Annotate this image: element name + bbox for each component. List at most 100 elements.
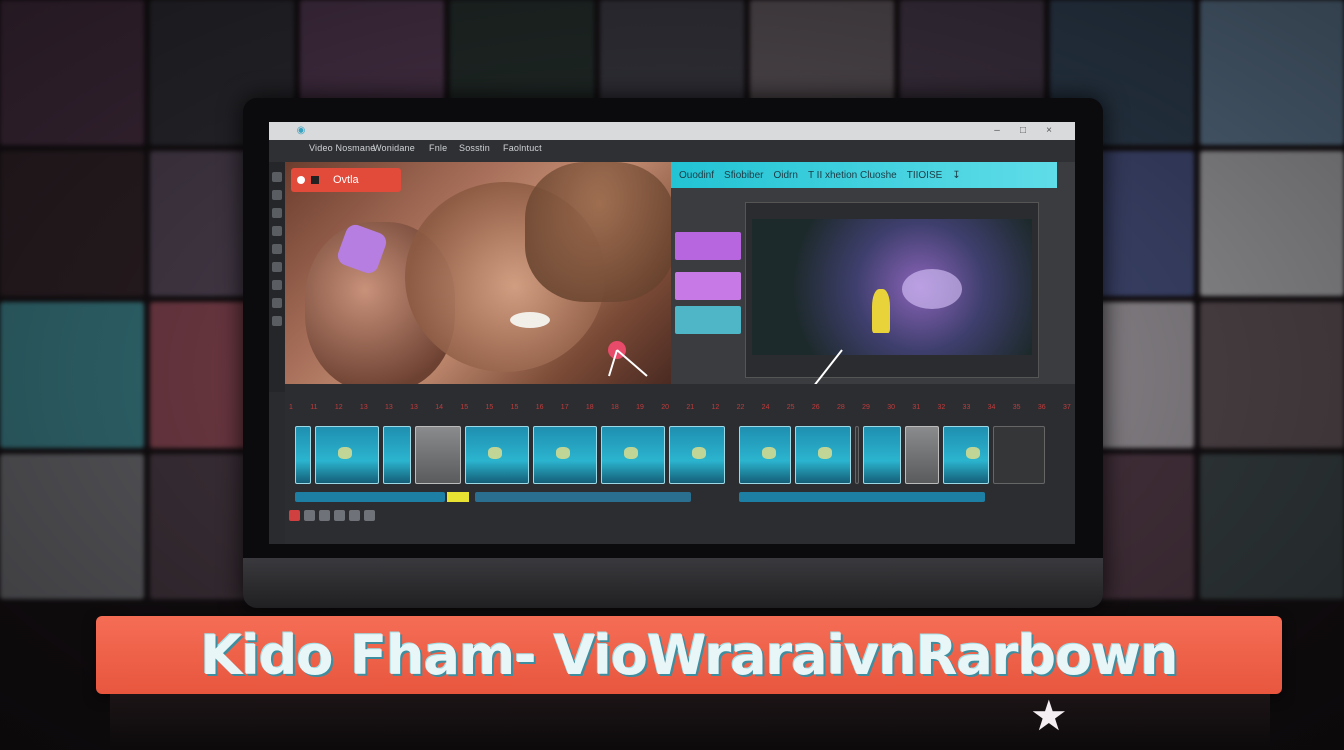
audio-clip[interactable] <box>295 492 445 502</box>
ruler-tick: 31 <box>912 404 921 411</box>
tool-button[interactable] <box>272 172 282 182</box>
ruler-tick: 20 <box>661 404 670 411</box>
panel-toolbar-item[interactable]: Ouodinf <box>679 170 714 181</box>
editor-window: ◉ – □ × Video Nosmane Wonidane Fnle Soss… <box>269 122 1075 544</box>
tool-button[interactable] <box>272 190 282 200</box>
record-label: Ovtla <box>333 174 359 186</box>
tool-button[interactable] <box>272 298 282 308</box>
source-viewer[interactable] <box>745 202 1039 378</box>
media-thumbnail[interactable] <box>675 306 741 334</box>
title-bar: ◉ – □ × <box>269 122 1075 140</box>
title-banner: Kido Fham- VioWraraivnRarbown <box>96 616 1282 694</box>
timeline-clip[interactable] <box>315 426 379 484</box>
ruler-tick: 24 <box>761 404 770 411</box>
ruler-tick: 15 <box>460 404 469 411</box>
video-preview[interactable]: Ovtla <box>285 162 671 384</box>
timeline-clip[interactable] <box>993 426 1045 484</box>
timeline-clip[interactable] <box>855 426 859 484</box>
tool-button[interactable] <box>272 280 282 290</box>
clip-thumbnail <box>692 447 706 459</box>
download-icon[interactable]: ↧ <box>952 170 960 181</box>
panel-toolbar-item[interactable]: T II xhetion Cluoshe <box>808 170 897 181</box>
clip-thumbnail <box>966 447 980 459</box>
forward-icon[interactable] <box>334 510 345 521</box>
menu-item[interactable]: Wonidane <box>373 143 415 153</box>
menu-item[interactable]: Video Nosmane <box>309 143 375 153</box>
tool-button[interactable] <box>272 208 282 218</box>
timeline-clip[interactable] <box>601 426 665 484</box>
settings-icon[interactable] <box>364 510 375 521</box>
timeline-clip[interactable] <box>295 426 311 484</box>
ruler-tick: 12 <box>334 404 343 411</box>
monitor: ◉ – □ × Video Nosmane Wonidane Fnle Soss… <box>243 98 1103 608</box>
monitor-chin <box>243 558 1103 608</box>
panel-toolbar-item[interactable]: Sfiobiber <box>724 170 763 181</box>
menu-item[interactable]: Fnle <box>429 143 447 153</box>
ruler-tick: 37 <box>1062 404 1071 411</box>
preview-image-region <box>525 162 671 302</box>
timeline-clip[interactable] <box>669 426 725 484</box>
ruler-tick: 16 <box>535 404 544 411</box>
record-dot-icon <box>297 176 305 184</box>
media-thumbnail[interactable] <box>675 232 741 260</box>
audio-clip[interactable] <box>475 492 691 502</box>
maximize-icon[interactable]: □ <box>1017 125 1029 137</box>
tool-button[interactable] <box>272 244 282 254</box>
timeline-ruler[interactable]: 1 11 12 13 13 13 14 15 15 15 16 17 18 18 19 20 21 12 22 24 2… <box>285 404 1075 416</box>
ruler-tick: 36 <box>1037 404 1046 411</box>
timeline-clip[interactable] <box>795 426 851 484</box>
ruler-tick: 33 <box>962 404 971 411</box>
panel-toolbar-item[interactable]: TIIOISE <box>907 170 943 181</box>
timeline-clip[interactable] <box>465 426 529 484</box>
tool-button[interactable] <box>272 316 282 326</box>
timeline-clip[interactable] <box>863 426 901 484</box>
ruler-tick: 13 <box>359 404 368 411</box>
desk <box>110 694 1270 750</box>
source-viewer-image <box>752 219 1032 355</box>
cut-icon[interactable] <box>349 510 360 521</box>
video-track[interactable] <box>295 426 725 486</box>
menu-item[interactable]: Sosstin <box>459 143 490 153</box>
transport-controls <box>289 510 375 521</box>
ruler-tick: 15 <box>510 404 519 411</box>
menu-item[interactable]: Faolntuct <box>503 143 542 153</box>
ruler-tick: 21 <box>686 404 695 411</box>
tool-strip <box>269 162 285 392</box>
record-icon[interactable] <box>289 510 300 521</box>
audio-clip[interactable] <box>739 492 985 502</box>
preview-image-region <box>510 312 550 328</box>
media-thumbnail[interactable] <box>675 272 741 300</box>
minimize-icon[interactable]: – <box>991 125 1003 137</box>
app-logo-icon: ◉ <box>296 125 306 136</box>
ruler-tick: 11 <box>310 404 318 411</box>
panel-toolbar-item[interactable]: Oidrn <box>774 170 798 181</box>
video-track[interactable] <box>739 426 1045 486</box>
timeline-clip[interactable] <box>533 426 597 484</box>
clip-thumbnail <box>624 447 638 459</box>
timeline-clip[interactable] <box>383 426 411 484</box>
ruler-tick: 26 <box>811 404 820 411</box>
ruler-tick: 22 <box>736 404 745 411</box>
tool-button[interactable] <box>272 262 282 272</box>
ruler-tick: 18 <box>611 404 619 411</box>
clip-thumbnail <box>338 447 352 459</box>
ruler-tick: 1 <box>289 404 293 411</box>
timeline-clip[interactable] <box>943 426 989 484</box>
timeline-clip[interactable] <box>415 426 461 484</box>
ruler-tick: 34 <box>987 404 996 411</box>
media-thumbnail-list <box>675 232 741 342</box>
rewind-icon[interactable] <box>304 510 315 521</box>
play-icon[interactable] <box>319 510 330 521</box>
tool-button[interactable] <box>272 226 282 236</box>
record-button[interactable]: Ovtla <box>291 168 401 192</box>
audio-marker[interactable] <box>447 492 469 502</box>
close-icon[interactable]: × <box>1043 125 1055 137</box>
timeline[interactable]: 1 11 12 13 13 13 14 15 15 15 16 17 18 18 19 20 21 12 22 24 2… <box>285 384 1075 544</box>
timeline-clip[interactable] <box>905 426 939 484</box>
source-viewer-image <box>902 269 962 309</box>
media-panel: Ouodinf Sfiobiber Oidrn T II xhetion Clu… <box>671 162 1075 387</box>
ruler-tick: 25 <box>786 404 795 411</box>
ruler-tick: 19 <box>636 404 644 411</box>
clip-thumbnail <box>818 447 832 459</box>
timeline-clip[interactable] <box>739 426 791 484</box>
